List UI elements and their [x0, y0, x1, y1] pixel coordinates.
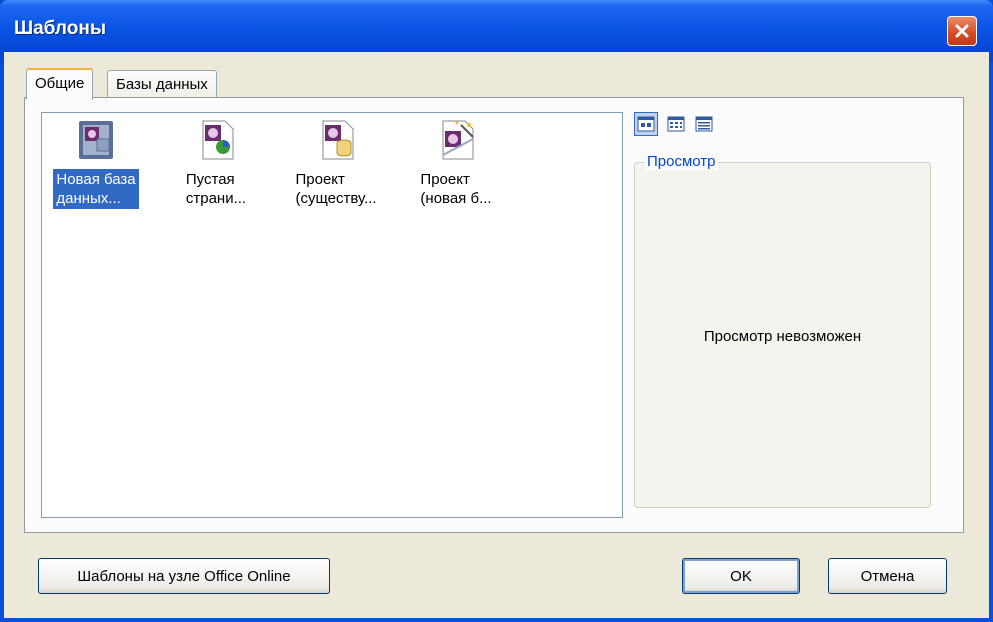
tab-databases[interactable]: Базы данных	[107, 70, 217, 98]
cancel-button[interactable]: Отмена	[828, 558, 947, 594]
template-item-blank-page[interactable]: Пустая страни...	[164, 117, 268, 209]
project-new-data-icon	[433, 117, 479, 163]
office-online-templates-label: Шаблоны на узле Office Online	[77, 567, 291, 585]
dialog-body: Общие Базы данных Новая база данных... П…	[4, 52, 989, 618]
tab-databases-label: Базы данных	[116, 76, 208, 93]
preview-group-title: Просмотр	[645, 153, 718, 170]
tab-general[interactable]: Общие	[26, 68, 94, 100]
new-database-icon	[73, 117, 119, 163]
tab-general-label: Общие	[35, 75, 85, 92]
template-label: Пустая страни...	[185, 171, 247, 207]
details-view-icon	[695, 116, 713, 132]
ok-button[interactable]: OK	[682, 558, 800, 594]
ok-button-label: OK	[730, 567, 752, 585]
large-icons-view-button[interactable]	[634, 112, 658, 136]
preview-group: Просмотр Просмотр невозможен	[634, 153, 931, 508]
preview-unavailable-text: Просмотр невозможен	[703, 328, 862, 345]
large-icons-view-icon	[637, 116, 655, 132]
list-view-button[interactable]	[664, 112, 688, 136]
cancel-button-label: Отмена	[860, 567, 915, 585]
template-label: Проект (существу...	[295, 171, 377, 207]
templates-list[interactable]: Новая база данных... Пустая страни... Пр…	[41, 112, 623, 518]
tab-panel: Новая база данных... Пустая страни... Пр…	[24, 97, 964, 533]
office-online-templates-button[interactable]: Шаблоны на узле Office Online	[38, 558, 330, 594]
templates-dialog: Шаблоны Общие Базы данных Новая база дан…	[0, 0, 993, 622]
project-existing-data-icon	[313, 117, 359, 163]
template-item-project-existing[interactable]: Проект (существу...	[284, 117, 388, 209]
window-title: Шаблоны	[14, 18, 107, 39]
blank-page-icon	[193, 117, 239, 163]
close-icon	[955, 24, 969, 38]
template-item-new-database[interactable]: Новая база данных...	[44, 117, 148, 209]
template-label: Новая база данных...	[53, 169, 139, 209]
list-view-icon	[667, 116, 685, 132]
details-view-button[interactable]	[692, 112, 716, 136]
close-button[interactable]	[947, 16, 977, 46]
template-label: Проект (новая б...	[420, 171, 492, 207]
template-item-project-new[interactable]: Проект (новая б...	[404, 117, 508, 209]
